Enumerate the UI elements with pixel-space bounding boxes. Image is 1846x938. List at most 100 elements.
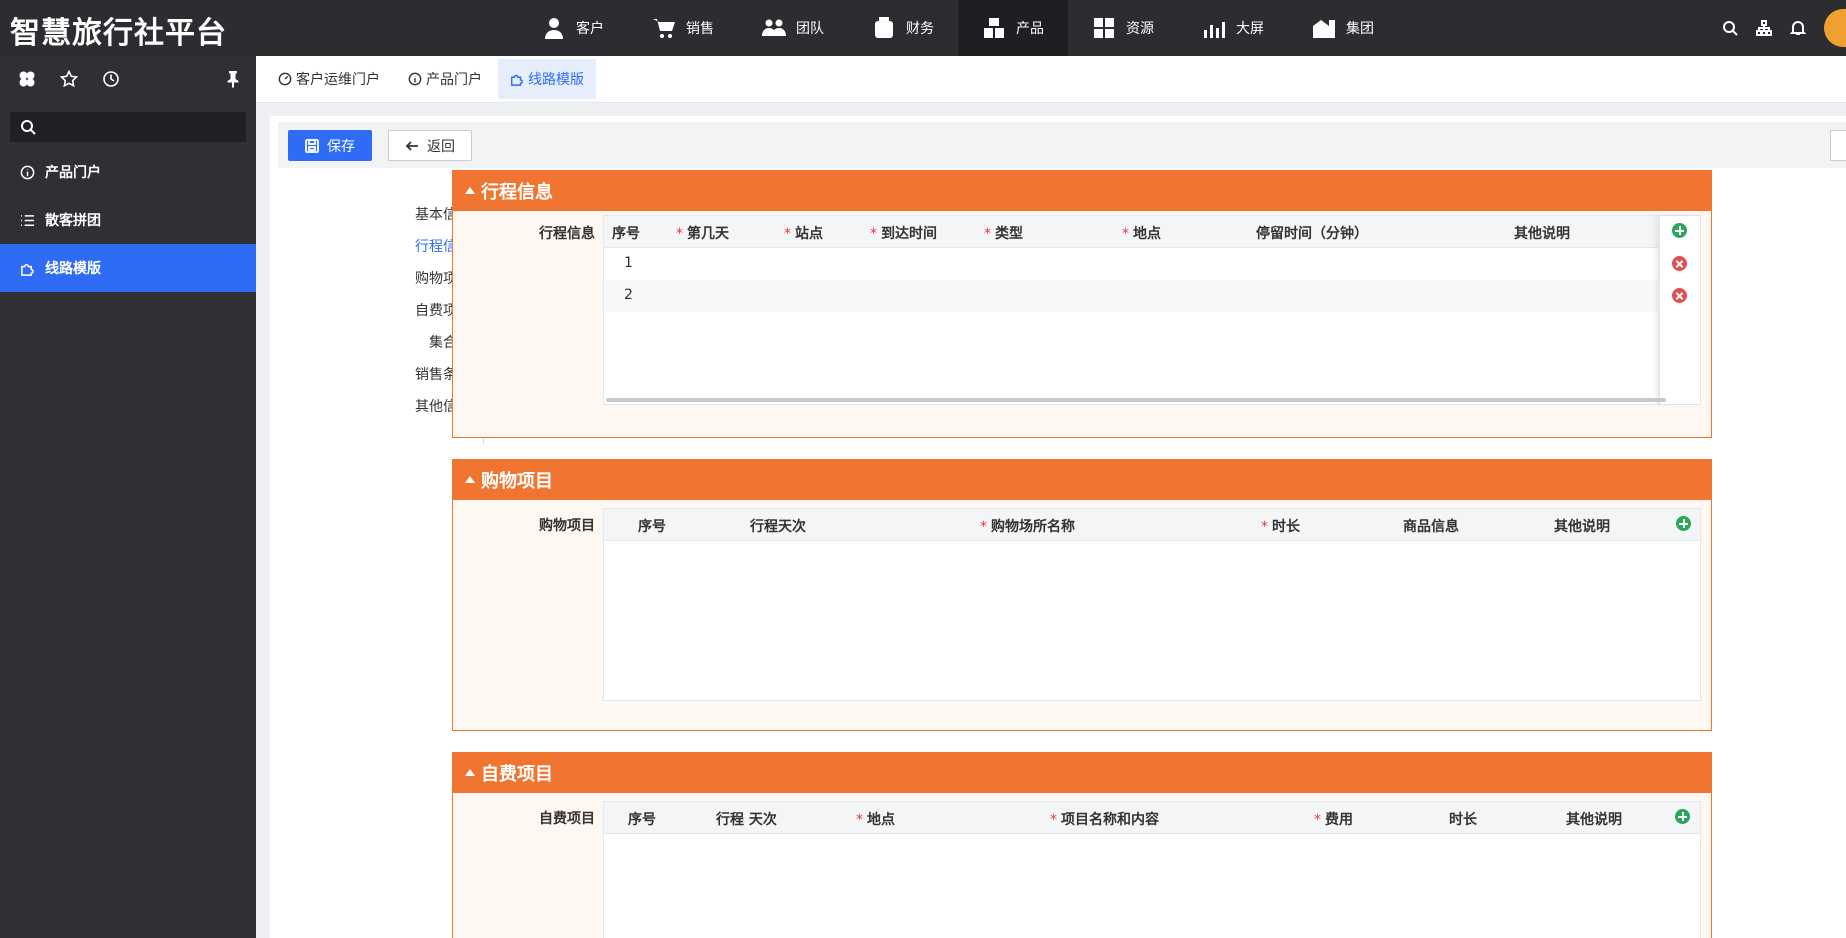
- nav-resource[interactable]: 资源: [1068, 0, 1178, 56]
- sidebar-item-group-tour[interactable]: 散客拼团: [0, 196, 256, 244]
- top-actions: [1722, 0, 1846, 56]
- col-header: * 到达时间: [870, 223, 937, 243]
- table-row[interactable]: 1: [604, 248, 1659, 280]
- sidebar-item-route-template[interactable]: 线路模版: [0, 244, 256, 292]
- sidebar-item-product-portal[interactable]: 产品门户: [0, 148, 256, 196]
- resource-icon: [1094, 18, 1114, 38]
- list-icon: [20, 214, 35, 226]
- col-header: * 时长: [1261, 516, 1300, 536]
- search-icon[interactable]: [1722, 20, 1738, 36]
- org-tree-icon[interactable]: [1756, 20, 1772, 36]
- delete-row-icon[interactable]: [1672, 288, 1687, 303]
- nav-sales[interactable]: 销售: [628, 0, 738, 56]
- puzzle-icon: [21, 263, 34, 276]
- search-icon: [21, 120, 36, 135]
- nav-product[interactable]: 产品: [958, 0, 1068, 56]
- add-row-icon[interactable]: [1675, 809, 1690, 824]
- top-nav: 客户 销售 团队 财务 产品 资源 大屏 集团: [518, 0, 1398, 56]
- required-mark: *: [980, 519, 987, 535]
- shopping-grid: 序号 行程天次 * 购物场所名称 * 时长 商品信息 其他说明: [603, 508, 1701, 701]
- required-mark: *: [784, 226, 791, 242]
- horizontal-scrollbar[interactable]: [606, 398, 1666, 402]
- tab-customer-ops-portal[interactable]: 客户运维门户: [266, 59, 392, 99]
- nav-finance[interactable]: 财务: [848, 0, 958, 56]
- col-header: * 项目名称和内容: [1050, 809, 1159, 829]
- group-icon: [1313, 20, 1335, 38]
- tab-product-portal[interactable]: 产品门户: [396, 59, 494, 99]
- info-icon: [20, 165, 35, 179]
- section-header[interactable]: 行程信息: [453, 171, 1711, 211]
- star-icon[interactable]: [60, 70, 78, 88]
- row-index: 1: [624, 255, 633, 271]
- form-toolbar: 保存 返回: [278, 122, 1846, 168]
- col-header: 序号: [612, 223, 640, 243]
- finance-icon: [875, 17, 893, 38]
- nav-label: 客户: [576, 21, 604, 37]
- add-row-icon[interactable]: [1672, 223, 1687, 238]
- field-label: 行程信息: [539, 226, 595, 242]
- arrow-left-icon: [405, 140, 418, 151]
- section-header[interactable]: 购物项目: [453, 460, 1711, 500]
- delete-row-icon[interactable]: [1672, 256, 1687, 271]
- sidebar-tools: [0, 56, 256, 102]
- col-header: 序号: [638, 516, 666, 536]
- section-itinerary: 行程信息 行程信息 序号 * 第几天 * 站点 * 到达时间 * 类型 * 地点 停留时间…: [452, 170, 1712, 438]
- col-header-label: 停留时间（分钟）: [1256, 226, 1368, 242]
- nav-group[interactable]: 集团: [1288, 0, 1398, 56]
- nav-label: 集团: [1346, 21, 1374, 37]
- col-header: 时长: [1449, 809, 1477, 829]
- bell-icon[interactable]: [1790, 20, 1806, 36]
- col-header: 其他说明: [1514, 223, 1570, 243]
- tab-label: 产品门户: [426, 72, 482, 88]
- col-header-label: 其他说明: [1514, 226, 1570, 242]
- grid-header: 序号 行程天次 * 购物场所名称 * 时长 商品信息 其他说明: [604, 509, 1700, 541]
- field-label: 购物项目: [539, 518, 595, 534]
- team-icon: [762, 19, 786, 36]
- required-mark: *: [676, 226, 683, 242]
- col-header-label: 序号: [628, 812, 656, 828]
- table-row[interactable]: 2: [604, 280, 1659, 312]
- avatar[interactable]: [1824, 9, 1846, 47]
- col-header-label: 序号: [612, 226, 640, 242]
- col-header: * 第几天: [676, 223, 729, 243]
- section-title: 购物项目: [481, 471, 553, 492]
- field-label: 自费项目: [539, 811, 595, 827]
- caret-up-icon: [465, 186, 475, 194]
- clover-icon[interactable]: [18, 70, 36, 88]
- add-row-icon[interactable]: [1676, 516, 1691, 531]
- tab-label: 客户运维门户: [296, 72, 380, 88]
- required-mark: *: [1122, 226, 1129, 242]
- caret-up-icon: [465, 475, 475, 483]
- nav-screen[interactable]: 大屏: [1178, 0, 1288, 56]
- col-header-label: 商品信息: [1403, 519, 1459, 535]
- col-header: 其他说明: [1554, 516, 1610, 536]
- col-header-label: 时长: [1449, 812, 1477, 828]
- col-header: 其他说明: [1566, 809, 1622, 829]
- col-header: 行程天次: [750, 516, 806, 536]
- app-title: 智慧旅行社平台: [10, 16, 227, 51]
- sidebar-search-input[interactable]: [10, 112, 246, 142]
- col-header-label: 第几天: [687, 226, 729, 242]
- cart-icon: [653, 19, 675, 38]
- toolbar-extra-button[interactable]: [1830, 130, 1846, 161]
- section-optional: 自费项目 自费项目 序号 行程 天次 * 地点 * 项目名称和内容 * 费用 时长 其…: [452, 752, 1712, 938]
- nav-customer[interactable]: 客户: [518, 0, 628, 56]
- tab-route-template[interactable]: 线路模版: [498, 59, 596, 99]
- save-button[interactable]: 保存: [288, 130, 372, 161]
- col-header-label: 地点: [867, 812, 895, 828]
- back-button[interactable]: 返回: [388, 130, 472, 161]
- section-title: 行程信息: [481, 182, 553, 203]
- puzzle-icon: [511, 74, 523, 86]
- optional-grid: 序号 行程 天次 * 地点 * 项目名称和内容 * 费用 时长 其他说明: [603, 801, 1701, 938]
- required-mark: *: [870, 226, 877, 242]
- col-header-label: 地点: [1133, 226, 1161, 242]
- col-header: * 购物场所名称: [980, 516, 1075, 536]
- nav-team[interactable]: 团队: [738, 0, 848, 56]
- clock-icon[interactable]: [102, 70, 120, 88]
- col-header-label: 其他说明: [1566, 812, 1622, 828]
- row-index: 2: [624, 287, 633, 303]
- pin-icon[interactable]: [224, 70, 242, 88]
- grid-header: 序号 行程 天次 * 地点 * 项目名称和内容 * 费用 时长 其他说明: [604, 802, 1700, 834]
- section-header[interactable]: 自费项目: [453, 753, 1711, 793]
- required-mark: *: [856, 812, 863, 828]
